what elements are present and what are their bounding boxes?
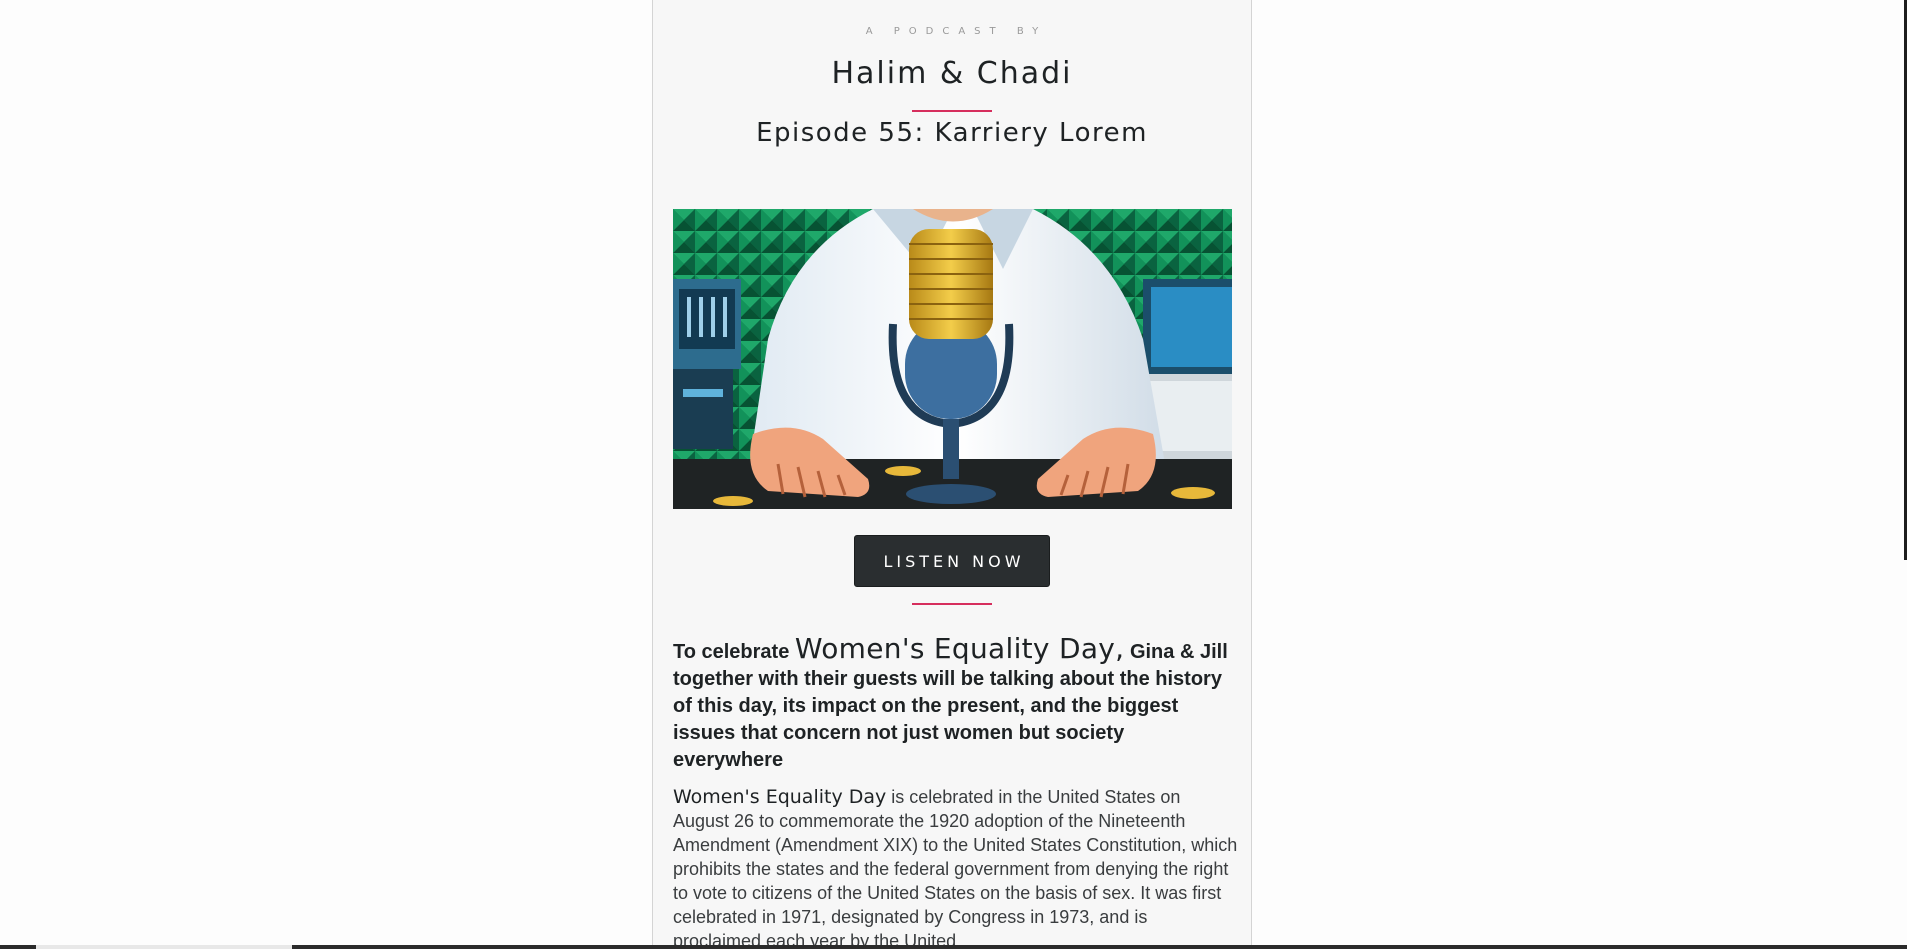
show-title: Halim & Chadi <box>831 56 1073 91</box>
episode-title: Episode 55: Karriery Lorem <box>756 118 1148 148</box>
body-term: Women's Equality Day <box>673 786 887 808</box>
podcast-eyebrow: A PODCAST BY <box>865 26 1048 37</box>
lead-paragraph: To celebrate Women's Equality Day, Gina … <box>673 635 1233 774</box>
newsletter-column: A PODCAST BY Halim & Chadi Episode 55: K… <box>652 0 1252 949</box>
accent-divider <box>912 603 992 605</box>
listen-now-button[interactable]: LISTEN NOW <box>854 535 1050 587</box>
lead-intro: To celebrate <box>673 641 795 663</box>
browser-viewport: A PODCAST BY Halim & Chadi Episode 55: K… <box>0 0 1907 949</box>
body-text: is celebrated in the United States on Au… <box>673 787 1238 949</box>
microphone-illustration <box>673 209 1232 509</box>
accent-divider <box>912 110 992 112</box>
bottom-bar-segment <box>36 945 292 949</box>
cover-image[interactable] <box>673 209 1232 509</box>
body-paragraph: Women's Equality Day is celebrated in th… <box>673 785 1238 949</box>
lead-highlight: Women's Equality Day, <box>794 632 1125 665</box>
bottom-bar <box>0 945 1907 949</box>
